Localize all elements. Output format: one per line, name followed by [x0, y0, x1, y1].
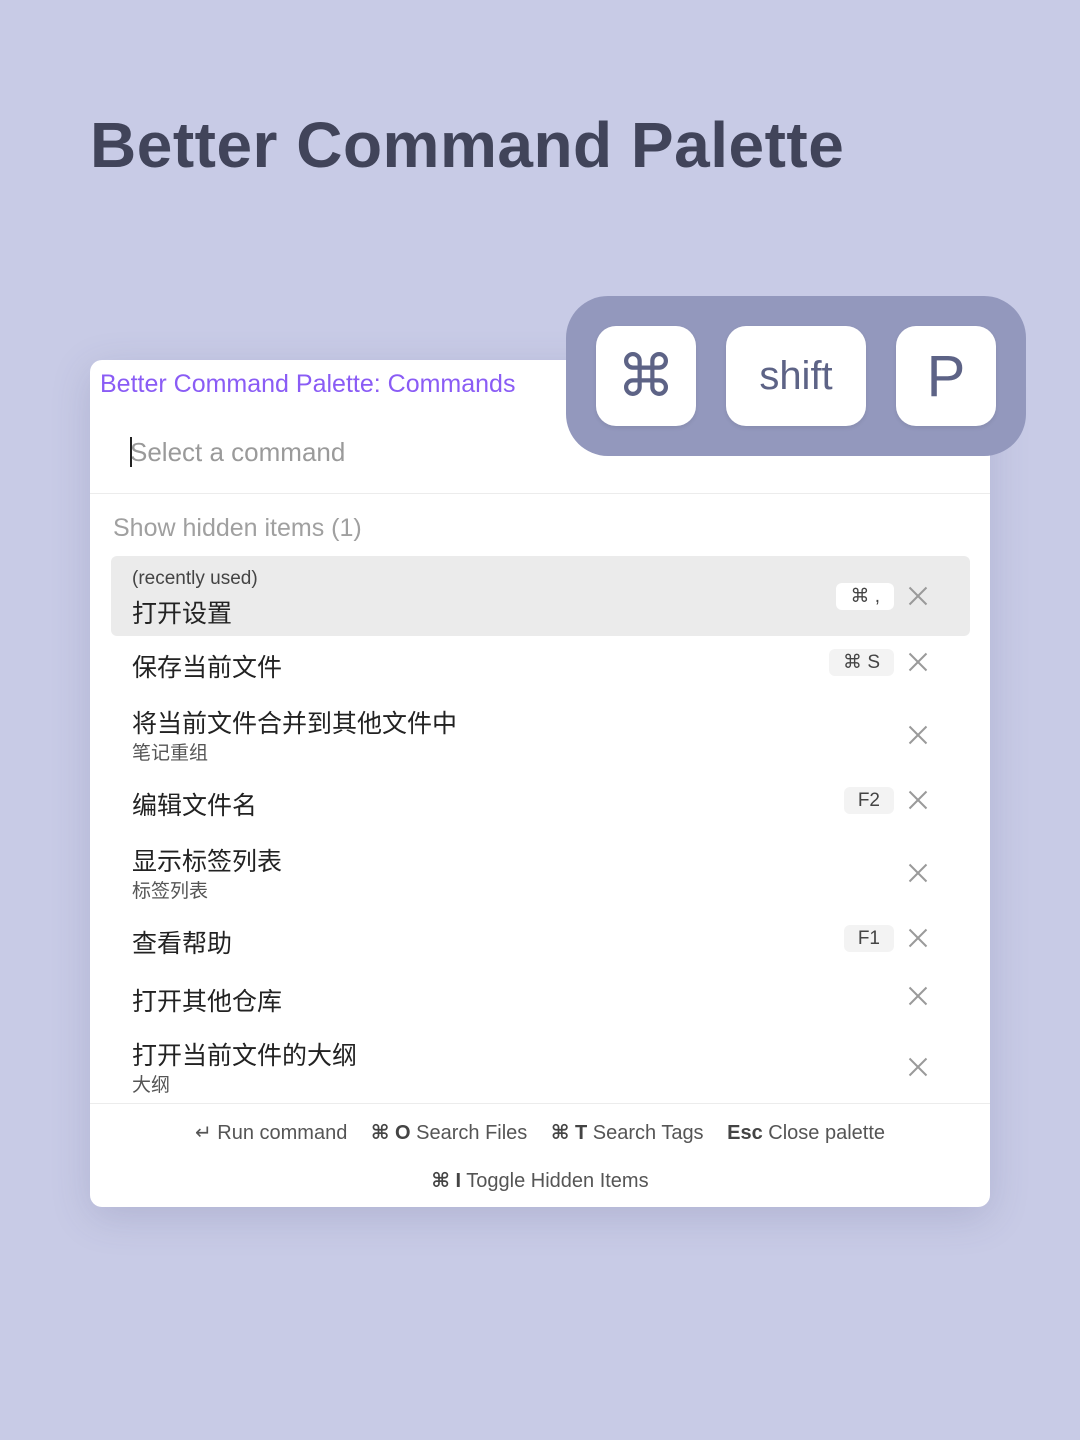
close-icon[interactable] [906, 1055, 930, 1079]
show-hidden-items-toggle[interactable]: Show hidden items (1) [113, 514, 362, 543]
command-subtitle: 标签列表 [132, 881, 209, 902]
hint-search-files: ⌘ O Search Files [370, 1122, 528, 1144]
close-icon[interactable] [906, 984, 930, 1008]
close-icon[interactable] [906, 650, 930, 674]
footer-divider [90, 1103, 990, 1104]
command-item-help[interactable]: 查看帮助 F1 [111, 912, 970, 970]
hint-run-command: ↵ Run command [194, 1122, 348, 1144]
hotkey-badge: F1 [843, 925, 894, 952]
hint-close-palette: Esc Close palette [727, 1122, 886, 1144]
hotkey-badge: ⌘ , [836, 583, 894, 610]
command-item-outline[interactable]: 打开当前文件的大纲 大纲 [111, 1026, 970, 1106]
shortcut-keys-overlay: ⌘ shift P [566, 296, 1026, 456]
recently-used-note: (recently used) [132, 568, 258, 589]
p-key: P [896, 326, 996, 426]
command-item-save-file[interactable]: 保存当前文件 ⌘ S [111, 636, 970, 694]
command-item-merge-file[interactable]: 将当前文件合并到其他文件中 笔记重组 [111, 694, 970, 774]
shift-key: shift [726, 326, 866, 426]
enter-icon: ↵ [194, 1122, 212, 1144]
command-palette: Better Command Palette: Commands Show hi… [90, 360, 990, 1207]
footer-hints-second-row: ⌘ I Toggle Hidden Items [90, 1168, 990, 1193]
command-list: (recently used) 打开设置 ⌘ , 保存当前文件 ⌘ S 将当前文… [111, 556, 970, 1106]
header-divider [90, 493, 990, 494]
command-item-open-settings[interactable]: (recently used) 打开设置 ⌘ , [111, 556, 970, 636]
palette-title: Better Command Palette: Commands [100, 370, 516, 398]
command-label: 显示标签列表 [132, 848, 283, 876]
command-item-tag-list[interactable]: 显示标签列表 标签列表 [111, 832, 970, 912]
command-subtitle: 笔记重组 [132, 743, 209, 764]
text-caret [130, 437, 132, 467]
cmd-key: ⌘ [596, 326, 696, 426]
command-label: 将当前文件合并到其他文件中 [132, 710, 458, 738]
command-label: 保存当前文件 [132, 654, 283, 682]
close-icon[interactable] [906, 926, 930, 950]
hotkey-badge: ⌘ S [829, 649, 894, 676]
command-subtitle: 大纲 [132, 1075, 171, 1096]
footer-hints: ↵ Run command ⌘ O Search Files ⌘ T Searc… [90, 1120, 990, 1145]
hint-search-tags: ⌘ T Search Tags [550, 1122, 704, 1144]
close-icon[interactable] [906, 723, 930, 747]
hint-toggle-hidden: ⌘ I Toggle Hidden Items [431, 1170, 649, 1192]
command-item-open-vault[interactable]: 打开其他仓库 [111, 970, 970, 1026]
close-icon[interactable] [906, 788, 930, 812]
command-label: 查看帮助 [132, 930, 233, 958]
close-icon[interactable] [906, 861, 930, 885]
close-icon[interactable] [906, 584, 930, 608]
command-item-rename-file[interactable]: 编辑文件名 F2 [111, 774, 970, 832]
hotkey-badge: F2 [843, 787, 894, 814]
command-label: 打开设置 [132, 600, 233, 628]
command-label: 打开当前文件的大纲 [132, 1042, 358, 1070]
command-label: 打开其他仓库 [132, 988, 283, 1016]
command-label: 编辑文件名 [132, 792, 258, 820]
page-headline: Better Command Palette [90, 109, 845, 181]
